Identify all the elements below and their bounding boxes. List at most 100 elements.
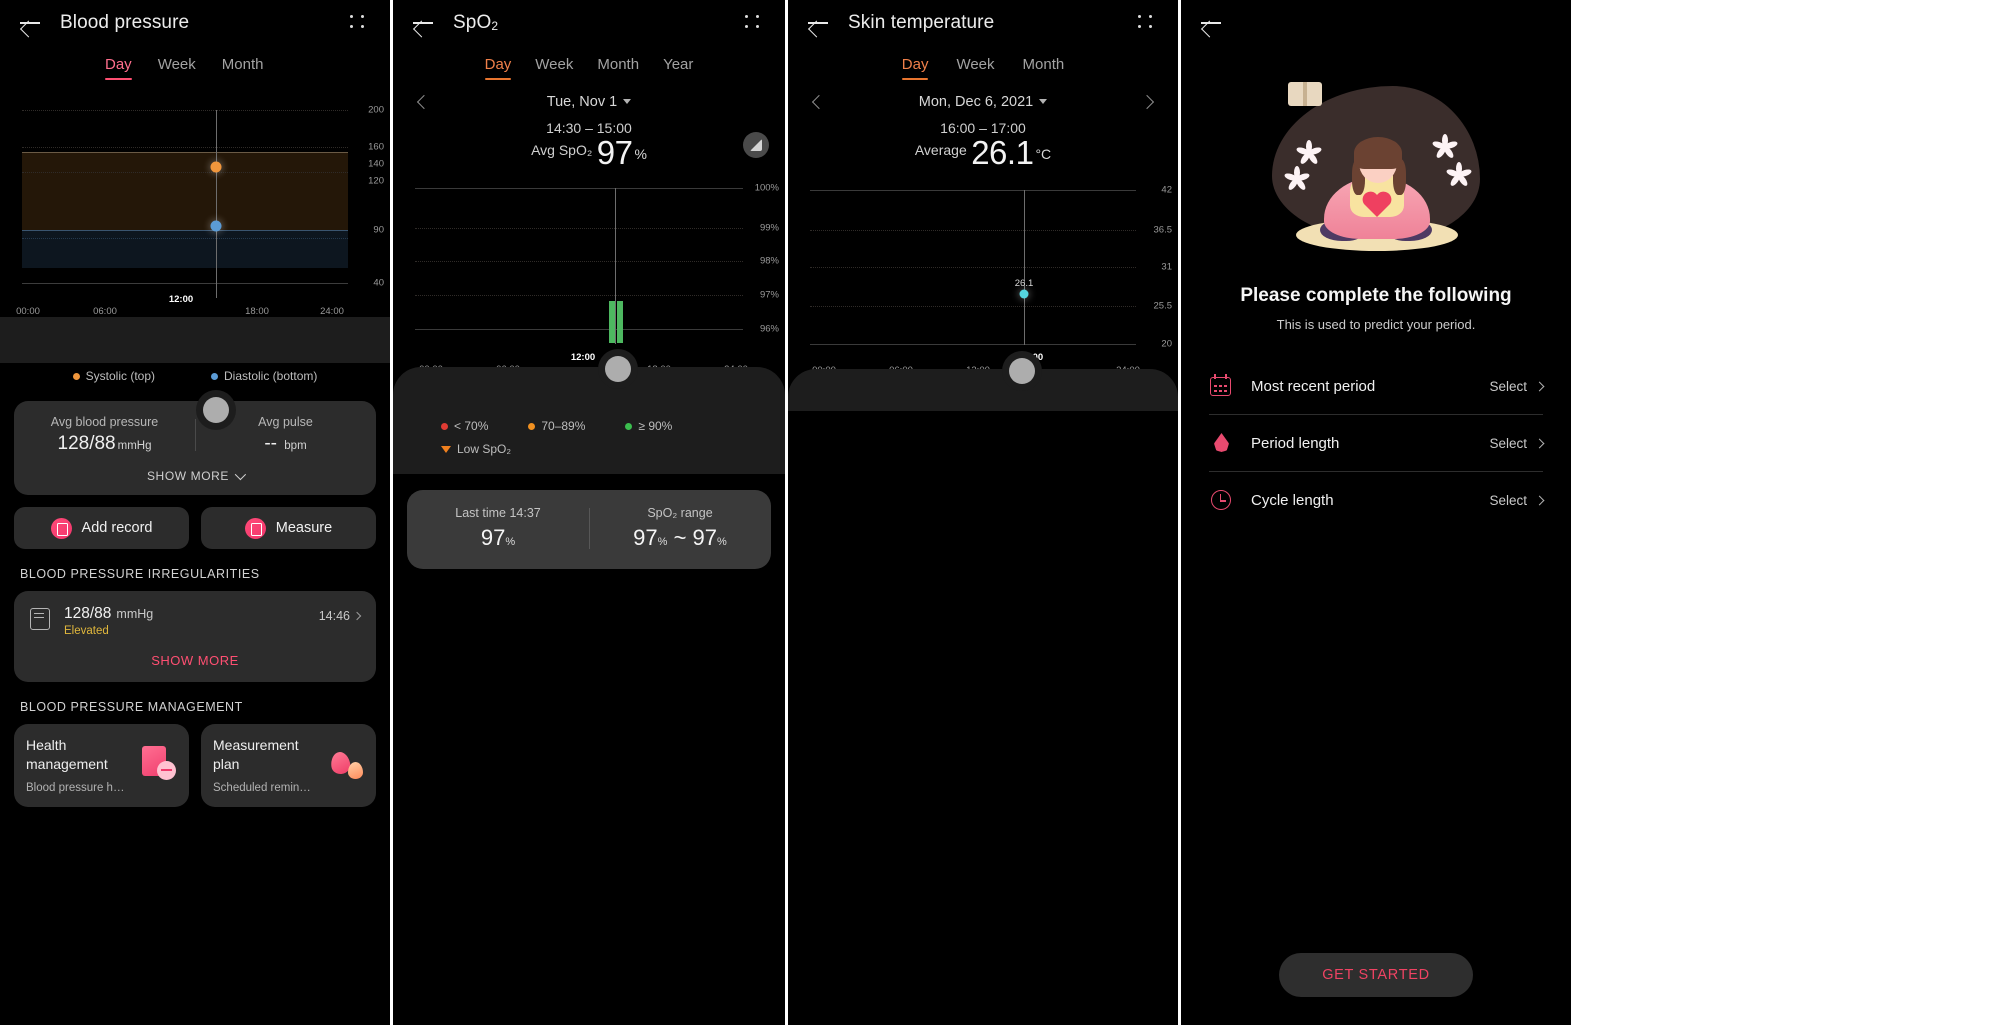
- back-arrow-icon[interactable]: [806, 11, 830, 35]
- avg-pulse-label: Avg pulse: [258, 415, 313, 429]
- gridline-99: [415, 228, 743, 229]
- chart-scrub-track[interactable]: [393, 356, 785, 409]
- setup-list: Most recent period Select Period length …: [1181, 358, 1571, 528]
- tab-week[interactable]: Week: [158, 56, 196, 80]
- skin-temperature-chart[interactable]: 42 36.5 31 25.5 20 26.1 18:00 00:00 06:0…: [788, 182, 1178, 376]
- legend-label-systolic: Systolic (top): [85, 369, 155, 383]
- last-time-unit: %: [505, 536, 516, 548]
- row-most-recent-period[interactable]: Most recent period Select: [1209, 358, 1545, 415]
- legend-item-systolic: Systolic (top): [72, 369, 155, 383]
- ylabel-97: 97%: [759, 289, 779, 301]
- add-record-button[interactable]: Add record: [14, 507, 189, 549]
- add-record-icon: [50, 517, 72, 539]
- chevron-down-icon: [1039, 99, 1048, 104]
- tab-day[interactable]: Day: [901, 56, 928, 80]
- irregularity-show-more-button[interactable]: SHOW MORE: [30, 637, 360, 682]
- panel-period-setup: Please complete the following This is us…: [1181, 0, 1571, 1025]
- management-section-title: BLOOD PRESSURE MANAGEMENT: [20, 700, 243, 714]
- spo2-range-min-unit: %: [657, 536, 668, 548]
- cycle-length-select[interactable]: Select: [1489, 493, 1545, 508]
- xlabel-0600: 06:00: [93, 306, 117, 317]
- period-length-action: Select: [1489, 435, 1527, 451]
- panel4-header: [1181, 0, 1571, 46]
- spo2-bar-1[interactable]: [609, 301, 615, 343]
- back-arrow-icon[interactable]: [411, 11, 435, 35]
- kebab-menu-icon[interactable]: [348, 12, 368, 32]
- tab-day[interactable]: Day: [484, 56, 511, 80]
- measure-icon: [244, 517, 266, 539]
- spo2-chart[interactable]: 100% 99% 98% 97% 96% 12:00 00:00 06:00 1…: [393, 180, 785, 375]
- period-length-select[interactable]: Select: [1489, 435, 1545, 451]
- calendar-icon: [1209, 374, 1233, 398]
- legend-label-diastolic: Diastolic (bottom): [224, 369, 318, 383]
- most-recent-period-label: Most recent period: [1251, 377, 1376, 395]
- spo2-bar-2[interactable]: [617, 301, 623, 343]
- row-cycle-length[interactable]: Cycle length Select: [1209, 472, 1545, 528]
- last-time-label: Last time 14:37: [455, 506, 541, 520]
- measurement-plan-card[interactable]: Measurement plan Scheduled remin…: [201, 724, 376, 807]
- chart-scrub-track[interactable]: [788, 358, 1178, 411]
- row-period-length[interactable]: Period length Select: [1209, 415, 1545, 472]
- avg-spo2-unit: %: [634, 146, 647, 162]
- health-management-card[interactable]: Health management Blood pressure h…: [14, 724, 189, 807]
- health-management-subtitle: Blood pressure h…: [26, 781, 125, 794]
- tab-week[interactable]: Week: [535, 56, 573, 80]
- most-recent-period-action: Select: [1489, 378, 1527, 394]
- ylabel-255: 25.5: [1153, 300, 1173, 312]
- ylabel-98: 98%: [759, 255, 779, 267]
- tab-month[interactable]: Month: [597, 56, 639, 80]
- health-management-illustration: [142, 746, 176, 780]
- spo2-legend-row2: Low SpO₂: [393, 442, 785, 456]
- date-selector[interactable]: Tue, Nov 1: [546, 94, 632, 110]
- avg-pulse-number: --: [264, 433, 277, 454]
- irregularity-time: 14:46: [319, 605, 362, 623]
- page-title: SpO2: [453, 12, 498, 34]
- most-recent-period-select[interactable]: Select: [1489, 378, 1545, 394]
- diastolic-data-point[interactable]: [210, 220, 222, 232]
- scrub-area[interactable]: [0, 317, 390, 363]
- prev-day-button[interactable]: [415, 93, 433, 111]
- chart-cursor-line: [216, 110, 217, 298]
- blood-pressure-chart[interactable]: 200 160 140 120 90 40 12:00 00:00 06:00 …: [0, 102, 390, 423]
- chart-scrub-knob[interactable]: [605, 356, 631, 382]
- avg-blood-pressure-stat: Avg blood pressure 128/88 mmHg: [14, 415, 195, 455]
- tab-month[interactable]: Month: [1023, 56, 1065, 80]
- tab-week[interactable]: Week: [956, 56, 994, 80]
- back-arrow-icon[interactable]: [18, 11, 42, 35]
- tab-year[interactable]: Year: [663, 56, 693, 80]
- next-day-button[interactable]: [1138, 93, 1156, 111]
- irregularity-card[interactable]: 128/88 mmHg Elevated 14:46 SHOW MORE: [14, 591, 376, 682]
- kebab-menu-icon[interactable]: [1136, 12, 1156, 32]
- date-selector[interactable]: Mon, Dec 6, 2021: [919, 94, 1048, 110]
- avg-spo2-value: 97: [596, 134, 633, 171]
- legend-label-high: ≥ 90%: [638, 419, 673, 433]
- panel3-tabs: Day Week Month: [788, 46, 1178, 80]
- get-started-button[interactable]: GET STARTED: [1279, 953, 1473, 997]
- data-point-label: 26.1: [1014, 278, 1034, 289]
- spo2-range-stat: SpO₂ range 97% ~ 97%: [589, 506, 771, 551]
- measure-button[interactable]: Measure: [201, 507, 376, 549]
- skin-temp-data-point[interactable]: [1019, 289, 1029, 299]
- summary-show-more-button[interactable]: SHOW MORE: [14, 461, 376, 495]
- avg-pulse-stat: Avg pulse -- bpm: [195, 415, 376, 455]
- tab-day[interactable]: Day: [105, 56, 132, 80]
- legend-swatch-systolic: [72, 372, 80, 380]
- tab-month[interactable]: Month: [222, 56, 264, 80]
- legend-label-low-spo2: Low SpO₂: [457, 442, 512, 456]
- gridline-96: [415, 329, 743, 330]
- date-label: Tue, Nov 1: [546, 94, 618, 110]
- kebab-menu-icon[interactable]: [743, 12, 763, 32]
- gridline-140: [22, 152, 348, 153]
- ylabel-20: 20: [1161, 338, 1172, 350]
- spo2-range-max: 97: [692, 525, 718, 550]
- spo2-legend: < 70% 70–89% ≥ 90%: [393, 419, 785, 433]
- average-temp-unit: °C: [1035, 146, 1052, 162]
- chart-scrub-knob[interactable]: [1009, 358, 1035, 384]
- prev-day-button[interactable]: [810, 93, 828, 111]
- back-arrow-icon[interactable]: [1199, 11, 1223, 35]
- spo2-range-value: 97% ~ 97%: [589, 525, 771, 551]
- share-icon[interactable]: [743, 132, 769, 158]
- systolic-data-point[interactable]: [210, 161, 222, 173]
- average-temp-readout: Average 26.1 °C: [788, 134, 1178, 172]
- gridline-100: [415, 188, 743, 189]
